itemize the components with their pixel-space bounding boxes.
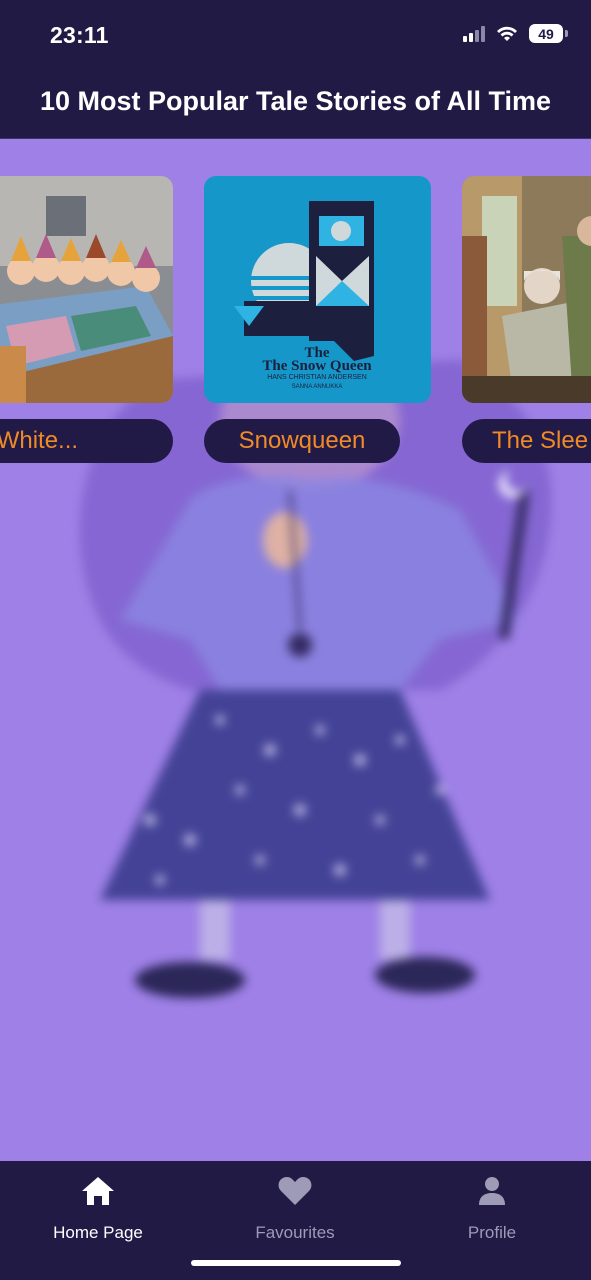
sleeping-beauty-illustration xyxy=(462,176,591,403)
wifi-icon xyxy=(497,26,517,41)
heart-icon xyxy=(278,1177,312,1205)
status-icons: 49 xyxy=(463,24,568,43)
status-time: 23:11 xyxy=(50,22,109,48)
story-title-label[interactable]: Snowqueen xyxy=(204,419,400,463)
home-indicator[interactable] xyxy=(191,1260,401,1266)
nav-label-favourites: Favourites xyxy=(255,1223,335,1242)
cellular-signal-icon xyxy=(463,25,485,42)
battery-icon: 49 xyxy=(529,24,568,43)
snow-white-dwarfs-illustration xyxy=(0,176,173,403)
nav-item-favourites[interactable]: Favourites xyxy=(215,1171,375,1243)
nav-item-home[interactable]: Home Page xyxy=(18,1171,178,1243)
snow-queen-book-cover: The The Snow Queen HANS CHRISTIAN ANDERS… xyxy=(204,176,431,403)
top-header: 23:11 49 10 Most Popular Tale Stories of… xyxy=(0,0,591,139)
story-cover-image[interactable] xyxy=(0,176,173,403)
nav-item-profile[interactable]: Profile xyxy=(412,1171,572,1243)
story-card[interactable]: now White... xyxy=(0,176,173,463)
story-cover-image[interactable]: The The Snow Queen HANS CHRISTIAN ANDERS… xyxy=(204,176,431,403)
person-icon xyxy=(479,1177,505,1205)
story-carousel[interactable]: now White... Th xyxy=(0,176,591,476)
home-icon xyxy=(82,1177,114,1205)
story-cover-image[interactable] xyxy=(462,176,591,403)
story-title-label[interactable]: now White... xyxy=(0,419,173,463)
cover-illustrator: SANNA ANNUKKA xyxy=(292,384,343,390)
app-screen: 23:11 49 10 Most Popular Tale Stories of… xyxy=(0,0,591,1280)
cover-author: HANS CHRISTIAN ANDERSEN xyxy=(267,374,367,381)
nav-label-profile: Profile xyxy=(467,1223,517,1242)
story-card[interactable]: The Slee xyxy=(462,176,591,463)
story-card[interactable]: The The Snow Queen HANS CHRISTIAN ANDERS… xyxy=(204,176,431,463)
cover-title: The Snow Queen xyxy=(262,358,372,374)
story-title-label[interactable]: The Slee xyxy=(462,419,591,463)
page-title: 10 Most Popular Tale Stories of All Time xyxy=(39,86,552,116)
nav-label-home: Home Page xyxy=(53,1223,143,1242)
